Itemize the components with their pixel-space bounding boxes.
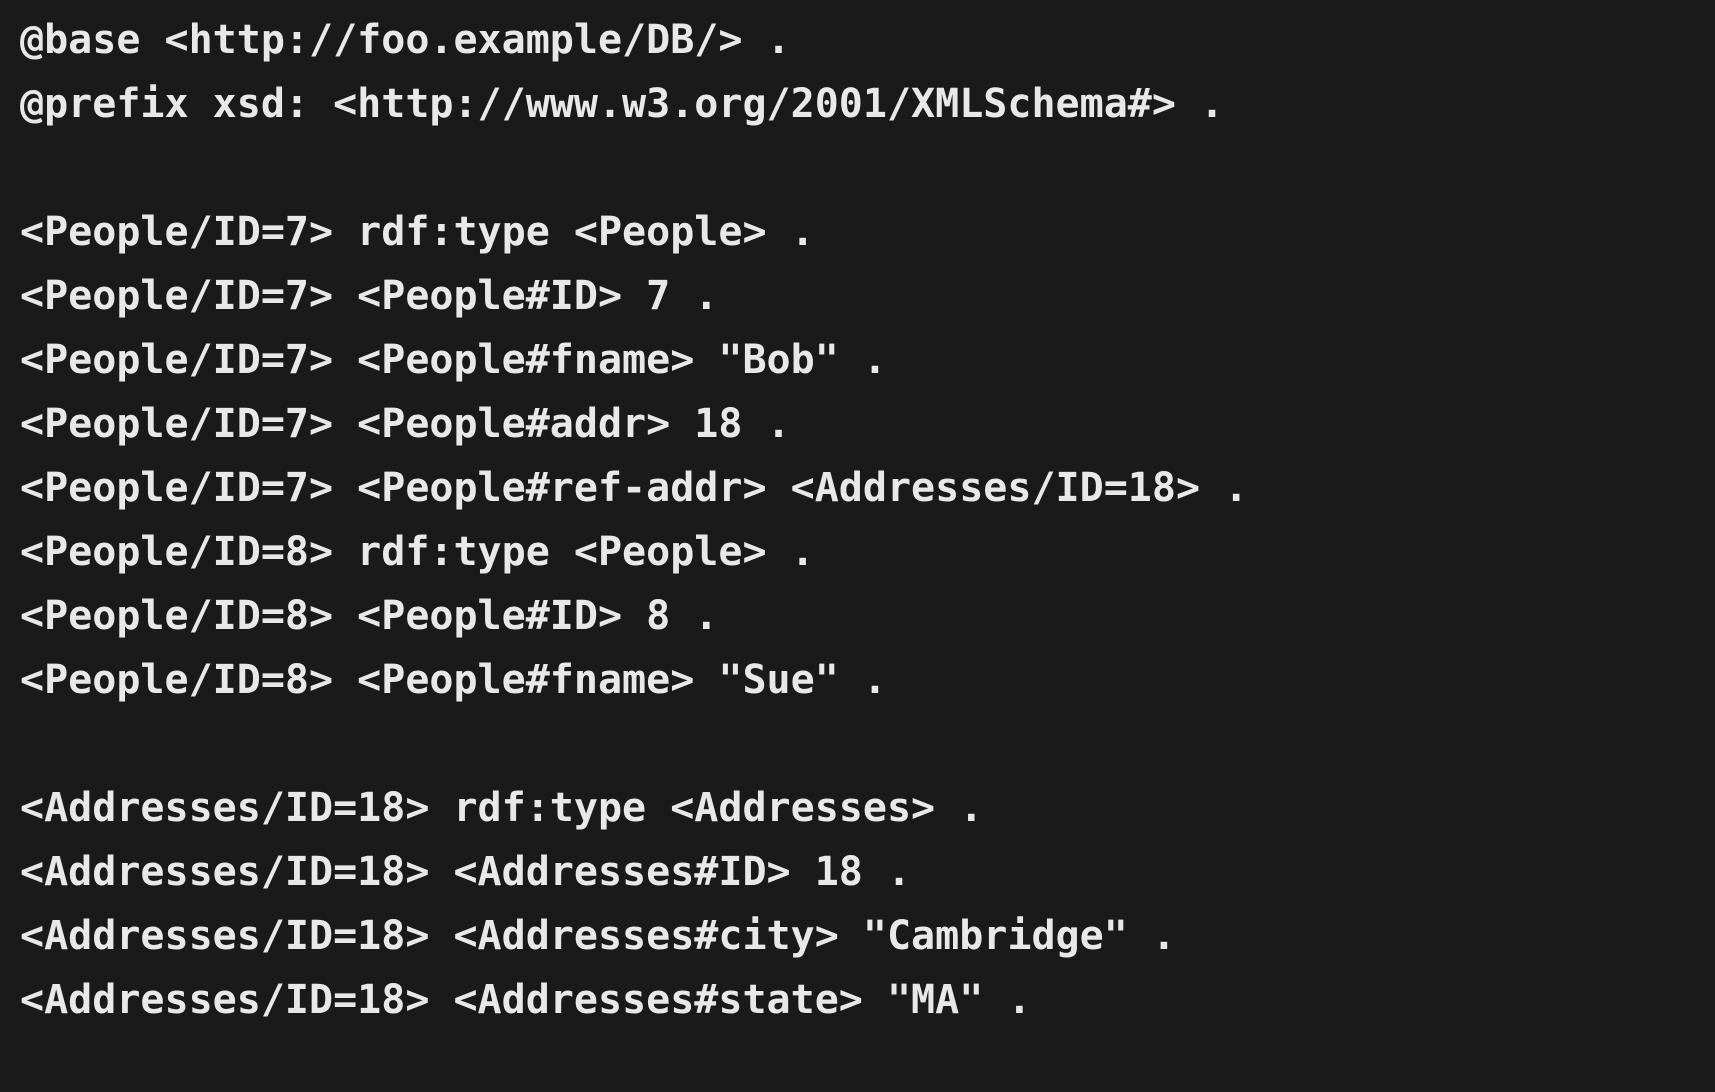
code-block: @base <http://foo.example/DB/> . @prefix… <box>0 0 1715 1044</box>
code-content: @base <http://foo.example/DB/> . @prefix… <box>20 17 1248 1023</box>
